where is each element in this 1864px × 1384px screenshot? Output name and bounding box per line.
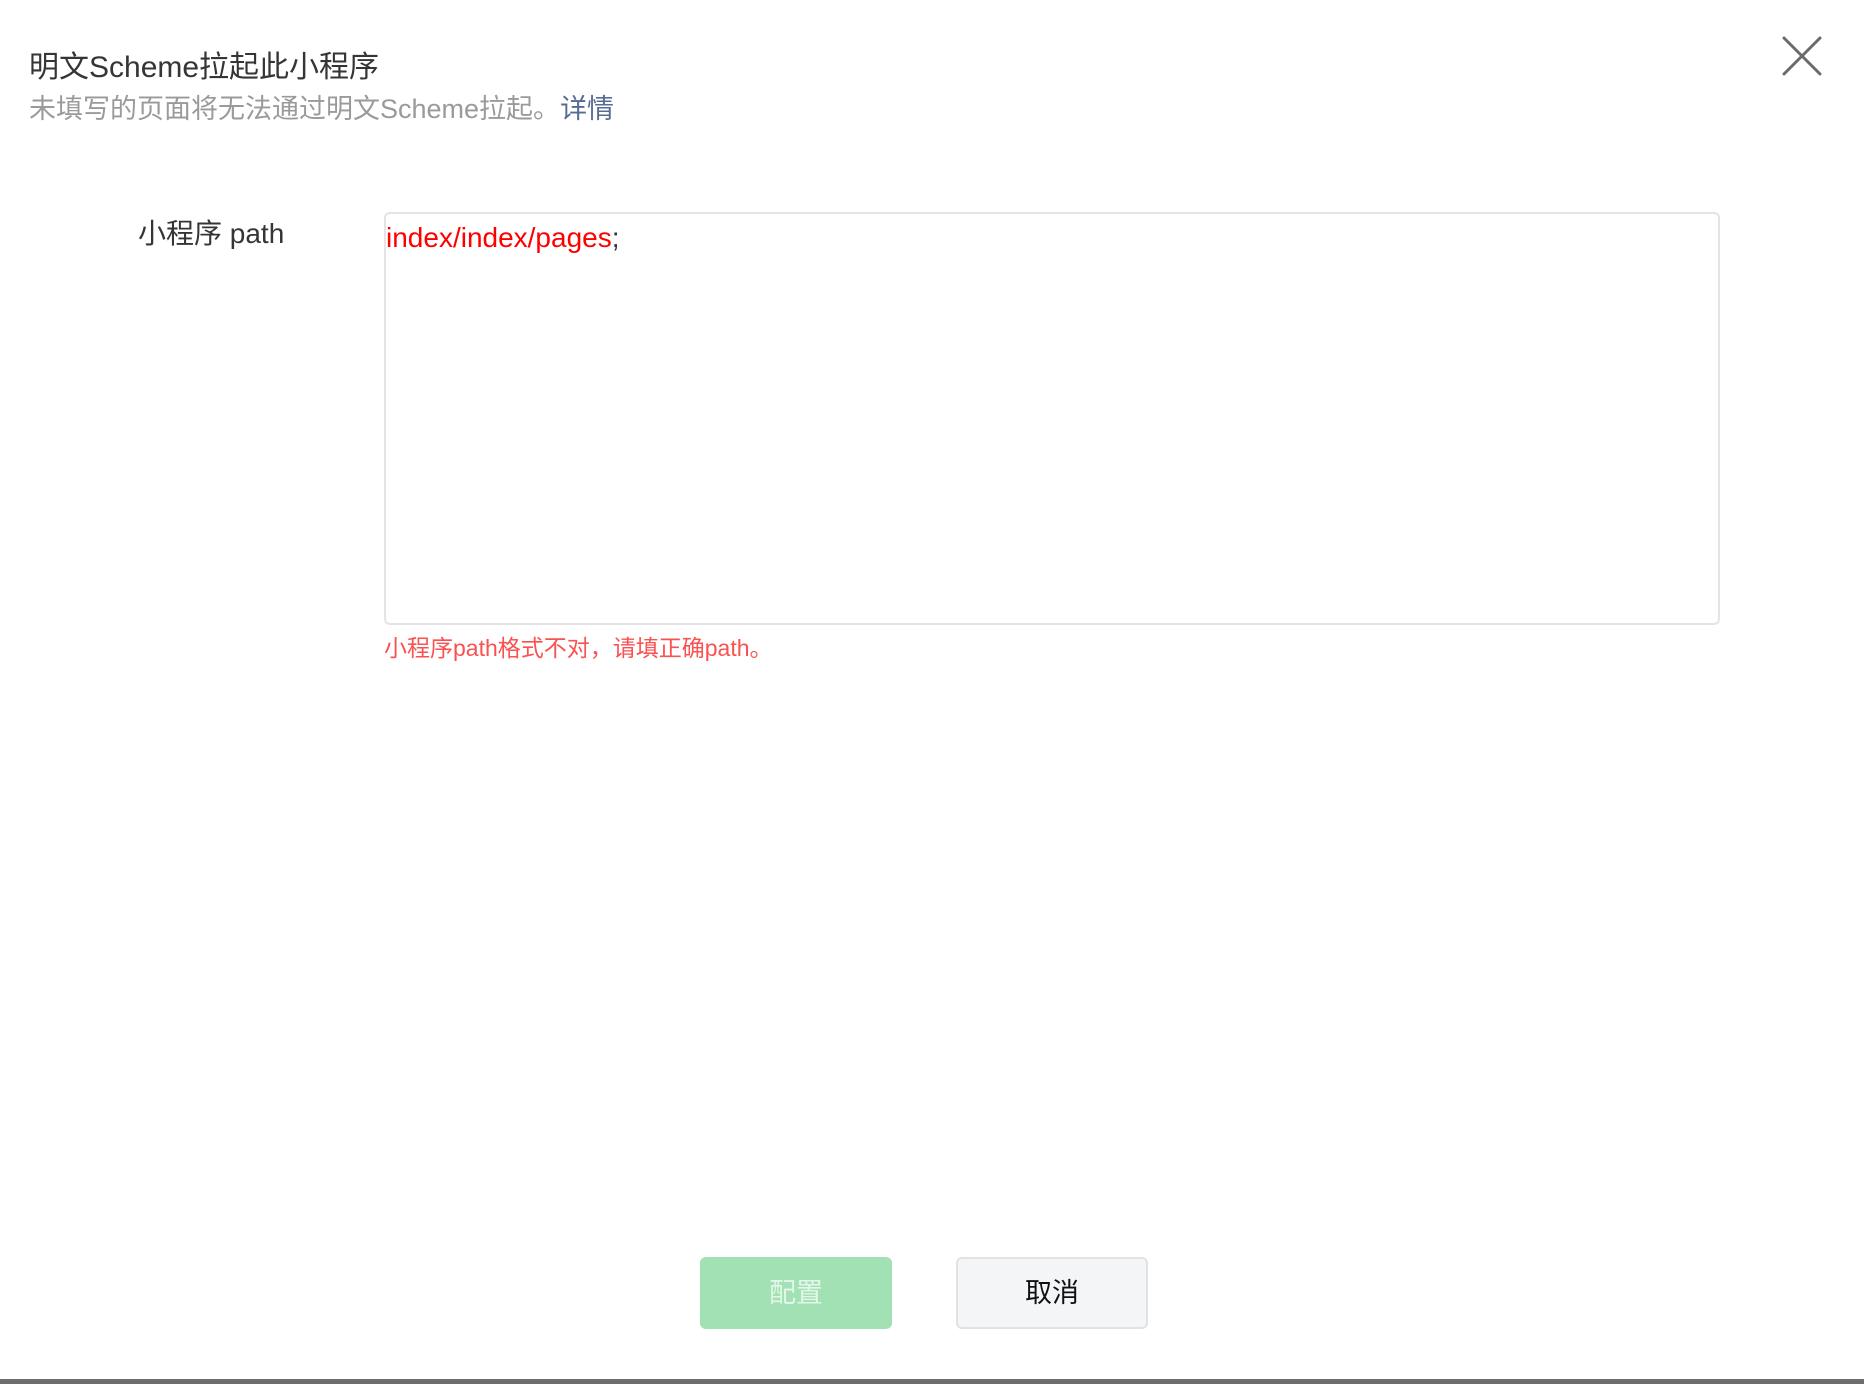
cancel-button[interactable]: 取消	[956, 1257, 1148, 1329]
path-textarea[interactable]: index/index/pages;	[384, 212, 1720, 625]
path-textarea-value: index/index/pages;	[386, 218, 620, 258]
path-invalid-segment: index/index/pages	[386, 222, 612, 253]
confirm-button[interactable]: 配置	[700, 1257, 892, 1329]
dialog-title: 明文Scheme拉起此小程序	[29, 51, 380, 84]
bottom-divider	[0, 1379, 1864, 1384]
dialog-subtitle: 未填写的页面将无法通过明文Scheme拉起。详情	[29, 90, 614, 128]
scheme-config-dialog: 明文Scheme拉起此小程序 未填写的页面将无法通过明文Scheme拉起。详情 …	[0, 0, 1864, 1380]
dialog-subtitle-text: 未填写的页面将无法通过明文Scheme拉起。	[29, 94, 561, 124]
close-icon	[1782, 36, 1822, 76]
path-field-label: 小程序 path	[138, 218, 285, 249]
path-error-message: 小程序path格式不对，请填正确path。	[384, 635, 773, 661]
details-link[interactable]: 详情	[560, 94, 614, 124]
path-value-rest: ;	[611, 222, 620, 253]
close-button[interactable]	[1776, 30, 1828, 82]
